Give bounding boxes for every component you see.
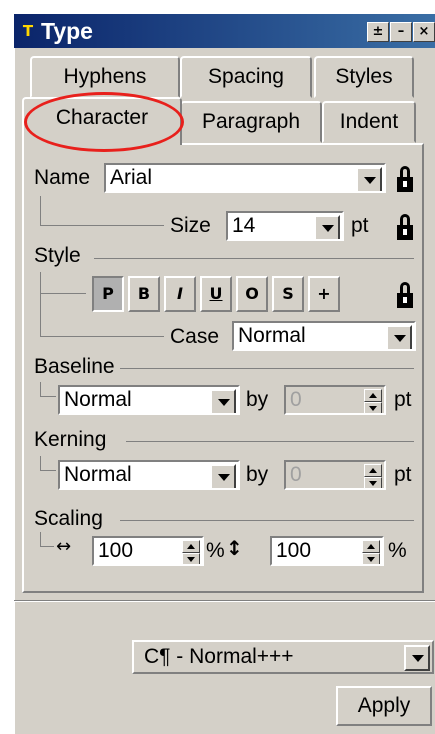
preset-value: C¶ - Normal+++	[144, 645, 294, 668]
tab-paragraph[interactable]: Paragraph	[180, 101, 322, 143]
tab-label: Styles	[335, 65, 393, 88]
tab-label: Indent	[339, 110, 399, 133]
apply-label: Apply	[357, 694, 411, 717]
minimize-icon[interactable]: –	[390, 22, 412, 42]
divider	[14, 601, 435, 602]
tab-page	[22, 143, 424, 593]
apply-button[interactable]: Apply	[336, 686, 432, 726]
paragraph-style-select[interactable]: C¶ - Normal+++	[132, 640, 434, 674]
tab-spacing[interactable]: Spacing	[180, 56, 312, 98]
title-bar[interactable]: T Type ± – ×	[14, 14, 435, 48]
window-title: Type	[41, 18, 93, 44]
highlight-circle	[24, 92, 184, 152]
close-icon[interactable]: ×	[413, 22, 435, 42]
tab-label: Spacing	[208, 65, 284, 88]
tab-indent[interactable]: Indent	[322, 101, 416, 143]
type-app-icon: T	[22, 22, 34, 40]
chevron-down-icon[interactable]	[404, 645, 430, 671]
tab-label: Paragraph	[201, 110, 301, 133]
tab-label: Hyphens	[63, 65, 147, 88]
pin-icon[interactable]: ±	[367, 22, 389, 42]
tab-styles[interactable]: Styles	[314, 56, 414, 98]
